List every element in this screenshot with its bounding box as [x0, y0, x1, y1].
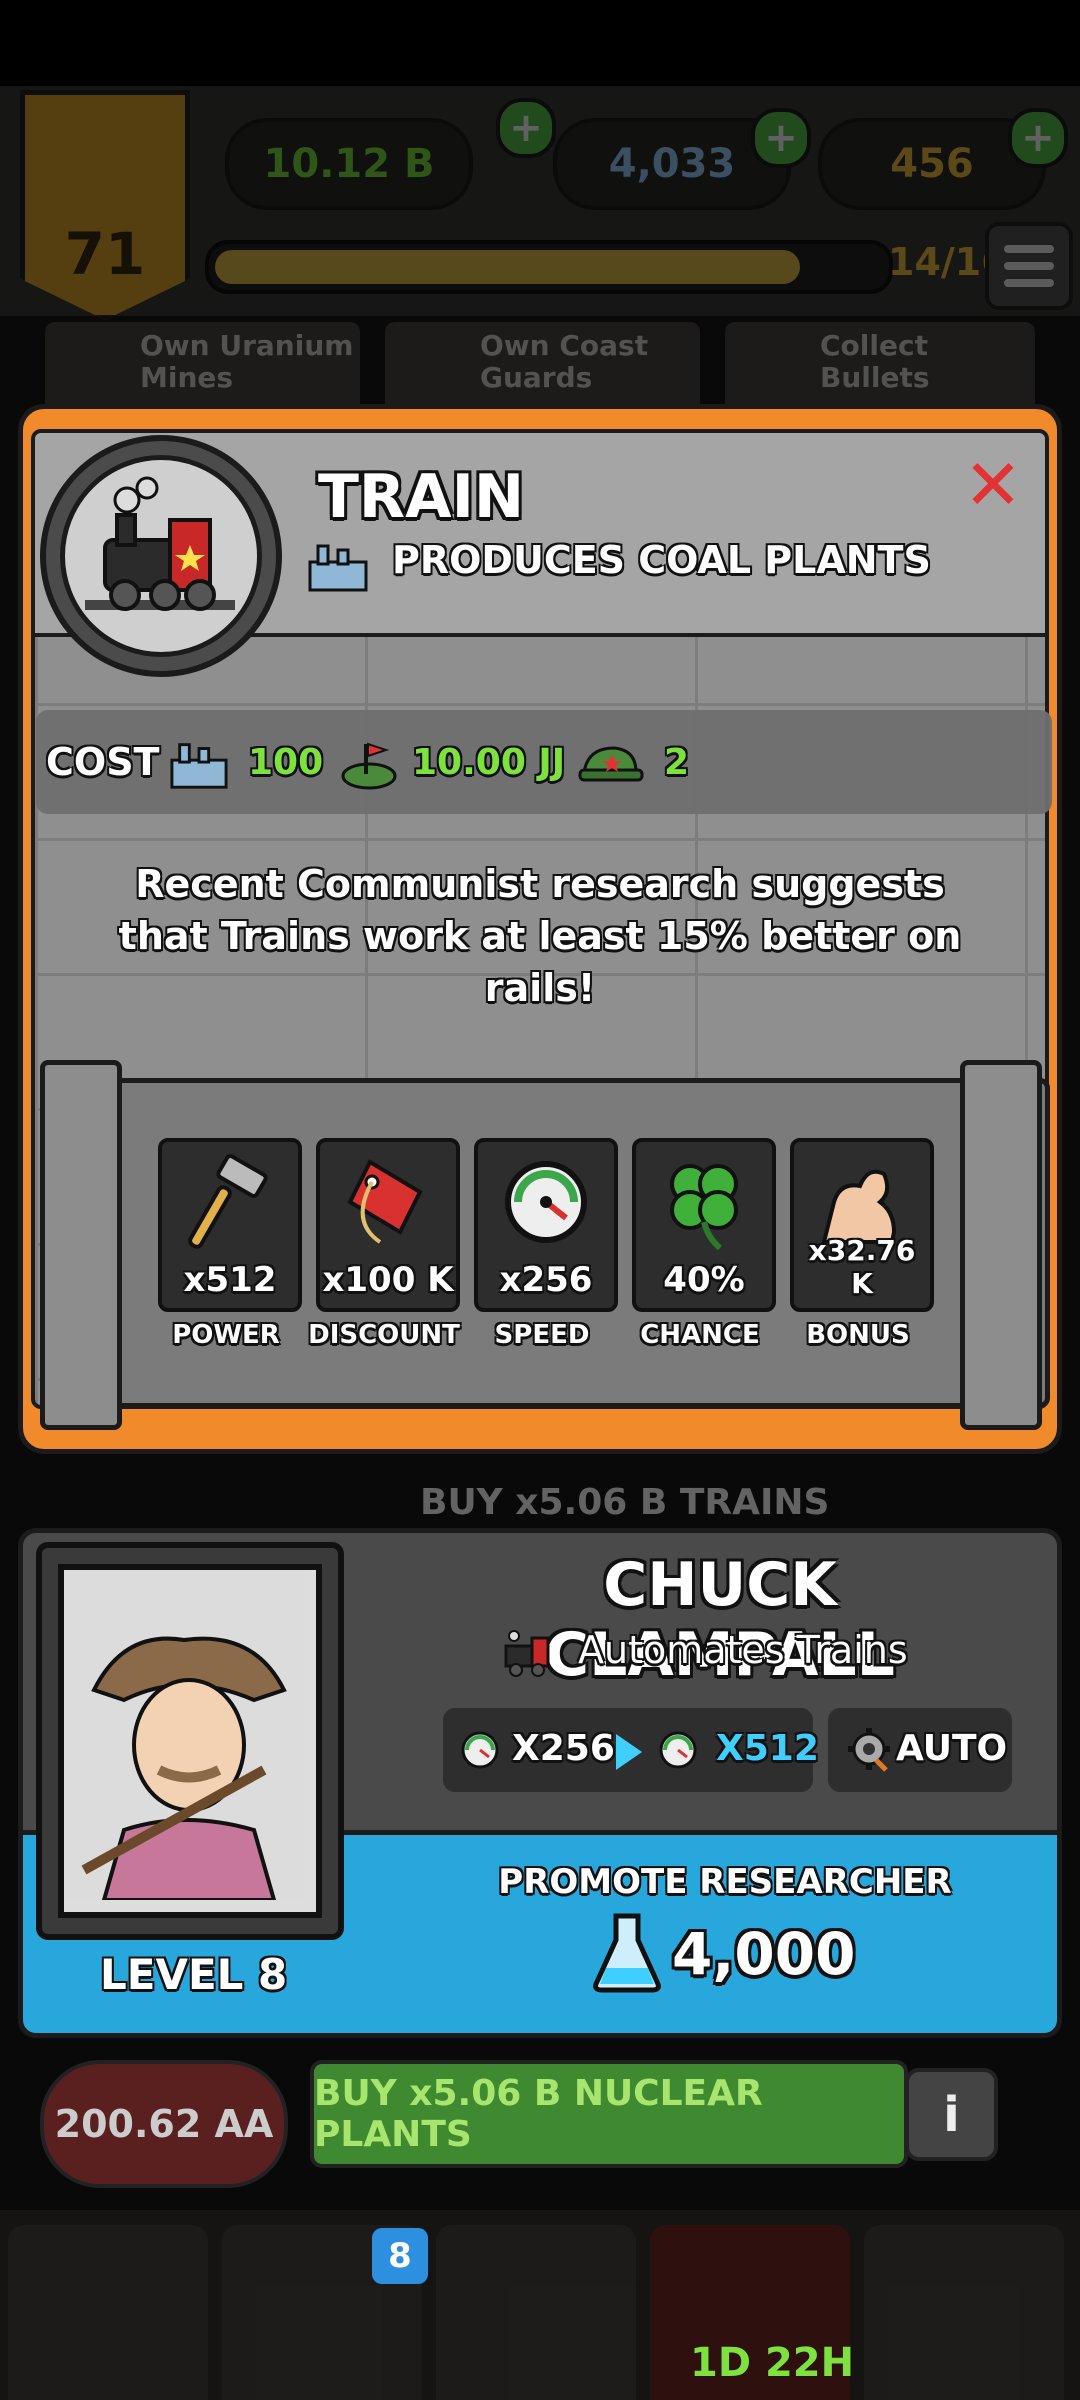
level-progress-fill: [215, 250, 800, 284]
speed-from: X256: [512, 1728, 615, 1769]
stat-speed-label: SPEED: [494, 1320, 590, 1350]
level-progress-bar: [205, 240, 893, 294]
cost-land: 10.00 JJ: [412, 742, 566, 783]
stat-bonus: x32.76 K: [790, 1138, 934, 1312]
researcher-portrait-frame: [36, 1542, 344, 1940]
researcher-avatar-icon: [64, 1570, 304, 1902]
speedometer-icon: [505, 1161, 587, 1243]
stat-power: x512: [158, 1138, 302, 1312]
stat-chance-value: 40%: [663, 1260, 745, 1300]
gear-icon: [846, 1726, 892, 1772]
status-bar: [0, 0, 1080, 86]
production-amount: 200.62 AA: [40, 2060, 288, 2188]
stat-chance: 40%: [632, 1138, 776, 1312]
player-level: 71: [64, 220, 146, 288]
stat-speed: x256: [474, 1138, 618, 1312]
train-portrait: [40, 435, 282, 677]
close-icon[interactable]: ✕: [959, 450, 1027, 520]
auto-label: AUTO: [896, 1728, 1008, 1769]
cash-pill[interactable]: 10.12 B: [225, 118, 473, 210]
add-gold-button[interactable]: +: [1008, 108, 1068, 168]
clover-icon: [670, 1164, 738, 1251]
speed-to: X512: [716, 1728, 819, 1769]
promote-cost: 4,000: [672, 1920, 856, 1988]
info-button[interactable]: i: [905, 2068, 998, 2161]
stat-speed-value: x256: [499, 1260, 593, 1300]
stat-bonus-label: BONUS: [806, 1320, 910, 1350]
stat-bonus-value: x32.76 K: [808, 1234, 916, 1300]
researcher-level: LEVEL 8: [100, 1950, 288, 1999]
cash-value: 10.12 B: [263, 141, 435, 187]
cost-generals: 2: [664, 742, 690, 783]
science-value: 4,033: [608, 141, 736, 187]
gold-value: 456: [890, 141, 974, 187]
flask-icon: [592, 1912, 662, 1994]
arrow-right-icon: [616, 1734, 642, 1770]
stat-power-label: POWER: [172, 1320, 280, 1350]
modal-subtitle: PRODUCES COAL PLANTS: [392, 538, 931, 582]
train-small-icon: [500, 1628, 560, 1678]
modal-description: Recent Communist research suggests that …: [118, 862, 962, 1010]
cards-badge: 8: [372, 2228, 428, 2284]
stat-chance-label: CHANCE: [640, 1320, 760, 1350]
promote-label: PROMOTE RESEARCHER: [498, 1862, 952, 1902]
nav-tickets[interactable]: [436, 2225, 636, 2400]
cap-cost-icon: [578, 740, 644, 790]
buy-trains-button: BUY x5.06 B TRAINS: [420, 1482, 830, 1523]
add-science-button[interactable]: +: [751, 108, 811, 168]
stat-discount-label: DISCOUNT: [308, 1320, 460, 1350]
stat-discount-value: x100 K: [322, 1260, 454, 1300]
land-cost-icon: [340, 738, 398, 790]
stat-power-value: x512: [183, 1260, 277, 1300]
cost-label: COST: [46, 740, 160, 784]
speedometer-small-icon: [460, 1730, 500, 1770]
modal-title: TRAIN: [318, 462, 525, 532]
factory-icon: [308, 540, 368, 592]
task-collect-bullets[interactable]: Collect Bullets: [725, 322, 1035, 412]
menu-button[interactable]: [985, 222, 1073, 310]
speedometer-small-icon-2: [658, 1730, 698, 1770]
researcher-portrait: [58, 1564, 322, 1918]
stats-post-left: [40, 1060, 122, 1430]
nav-shop[interactable]: [864, 2225, 1064, 2400]
event-timer: 1D 22H: [690, 2340, 855, 2386]
buy-nuclear-label: BUY x5.06 B NUCLEAR PLANTS: [314, 2073, 763, 2155]
researcher-role: Automates Trains: [578, 1628, 908, 1672]
task-coast-guards[interactable]: Own Coast Guards: [385, 322, 700, 412]
factory-cost-icon: [170, 738, 228, 790]
hammer-icon: [188, 1154, 268, 1249]
price-tag-icon: [347, 1159, 423, 1244]
stat-discount: x100 K: [316, 1138, 460, 1312]
train-icon: [85, 476, 235, 611]
cost-factories: 100: [248, 742, 324, 783]
nav-flag[interactable]: [8, 2225, 208, 2400]
task-uranium-mines[interactable]: Own Uranium Mines: [45, 322, 360, 412]
buy-nuclear-plants-button[interactable]: BUY x5.06 B NUCLEAR PLANTS: [310, 2060, 908, 2168]
production-amount-text: 200.62 AA: [54, 2102, 274, 2146]
add-cash-button[interactable]: +: [496, 98, 556, 158]
stats-post-right: [960, 1060, 1042, 1430]
